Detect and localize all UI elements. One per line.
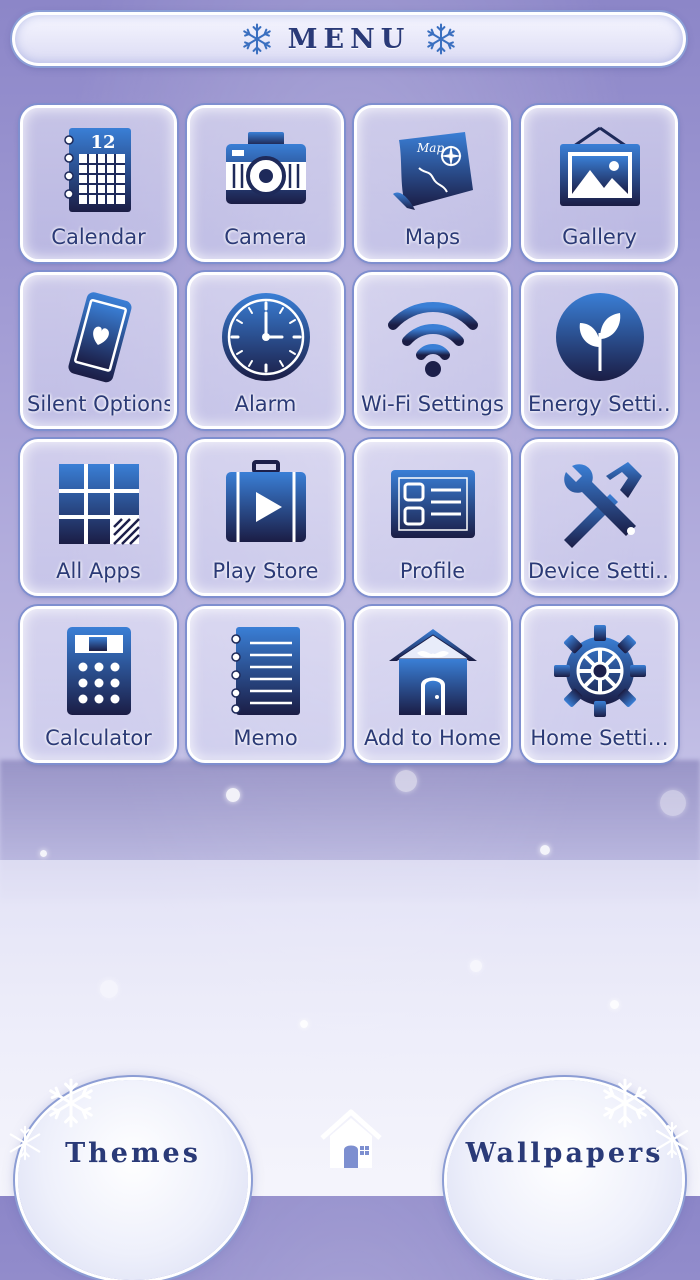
app-label: Device Setti… [528, 559, 671, 583]
menu-banner: MENU [12, 12, 686, 66]
app-label: All Apps [56, 559, 141, 583]
app-label: Add to Home [363, 726, 502, 750]
wallpapers-label: Wallpapers [465, 1138, 664, 1169]
wifi-icon [387, 302, 478, 377]
app-label: Energy Setti… [528, 392, 671, 416]
suitcase-play-icon [225, 460, 306, 542]
app-label: Camera [224, 225, 307, 249]
app-tile-maps[interactable]: Map Maps [354, 105, 511, 262]
snow-particle [40, 850, 47, 857]
house-icon [388, 629, 477, 715]
camera-icon [225, 132, 306, 204]
snowflake-icon [655, 1121, 689, 1159]
snowflake-icon [49, 1078, 93, 1128]
app-label: Maps [404, 225, 461, 249]
app-tile-wifi-settings[interactable]: Wi-Fi Settings [354, 272, 511, 429]
snow-particle [395, 770, 417, 792]
app-tile-gallery[interactable]: Gallery [521, 105, 678, 262]
calendar-date: 12 [90, 132, 115, 153]
snow-particle [300, 1020, 308, 1028]
snow-particle [470, 960, 482, 972]
snowflake-icon [242, 23, 271, 55]
snow-particle [226, 788, 240, 802]
snowflake-icon [427, 23, 456, 55]
app-label: Wi-Fi Settings [361, 392, 504, 416]
app-label: Silent Options [27, 392, 170, 416]
snow-particle [100, 980, 118, 998]
app-tile-home-settings[interactable]: Home Setti… [521, 606, 678, 763]
notebook-icon [230, 627, 300, 715]
app-label: Calendar [51, 225, 146, 249]
app-tile-device-settings[interactable]: Device Setti… [521, 439, 678, 596]
calculator-icon [66, 627, 131, 715]
tools-icon [563, 462, 642, 548]
snowflake-icon [9, 1125, 41, 1161]
app-tile-add-to-home[interactable]: Add to Home [354, 606, 511, 763]
app-tile-alarm[interactable]: Alarm [187, 272, 344, 429]
app-tile-silent-options[interactable]: Silent Options [20, 272, 177, 429]
app-tile-camera[interactable]: Camera [187, 105, 344, 262]
themes-label: Themes [65, 1138, 201, 1169]
phone-heart-icon [67, 292, 131, 383]
map-icon: Map [392, 132, 473, 210]
app-label: Alarm [234, 392, 297, 416]
leaf-icon [555, 293, 644, 381]
home-icon[interactable] [318, 1106, 384, 1172]
app-tile-all-apps[interactable]: All Apps [20, 439, 177, 596]
grid-icon [58, 464, 140, 545]
app-tile-profile[interactable]: Profile [354, 439, 511, 596]
menu-title: MENU [287, 23, 411, 55]
app-tile-calendar[interactable]: 12 Calendar [20, 105, 177, 262]
app-tile-energy-settings[interactable]: Energy Setti… [521, 272, 678, 429]
snow-particle [610, 1000, 619, 1009]
app-tile-play-store[interactable]: Play Store [187, 439, 344, 596]
app-label: Play Store [212, 559, 319, 583]
app-tile-memo[interactable]: Memo [187, 606, 344, 763]
app-label: Calculator [45, 726, 152, 750]
app-label: Gallery [562, 225, 637, 249]
app-grid: 12 Calendar Camera Map Maps Gallery Sile… [20, 105, 680, 763]
app-tile-calculator[interactable]: Calculator [20, 606, 177, 763]
app-label: Memo [233, 726, 298, 750]
gallery-icon [559, 126, 640, 206]
snowflake-icon [603, 1078, 647, 1128]
calendar-icon: 12 [63, 128, 131, 212]
snow-particle [540, 845, 550, 855]
clock-icon [221, 293, 310, 381]
tree-line [0, 760, 700, 900]
snow-particle [660, 790, 686, 816]
gear-icon [553, 625, 646, 717]
map-label: Map [416, 141, 444, 155]
id-card-icon [390, 470, 475, 538]
app-label: Profile [399, 559, 466, 583]
app-label: Home Setti… [530, 726, 669, 750]
